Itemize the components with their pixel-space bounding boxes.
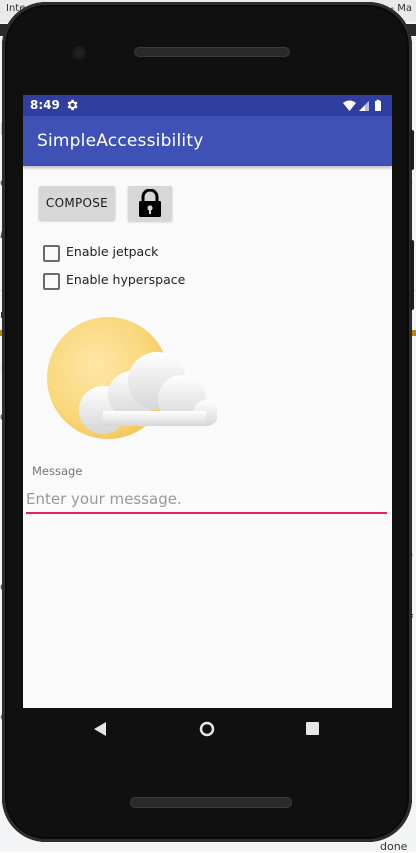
lock-icon (139, 189, 161, 217)
background-text: done (380, 840, 408, 853)
checkbox-box[interactable] (43, 273, 60, 290)
message-label: Message (32, 464, 83, 478)
back-icon[interactable] (93, 721, 107, 737)
checkbox-label: Enable jetpack (66, 244, 159, 259)
app-bar: SimpleAccessibility (23, 116, 392, 166)
recents-icon[interactable] (306, 722, 319, 735)
checkbox-box[interactable] (43, 245, 60, 262)
compose-button[interactable]: COMPOSE (39, 186, 115, 220)
navigation-bar (23, 708, 392, 750)
top-speaker (134, 47, 290, 57)
camera-icon (72, 46, 86, 60)
status-bar: 8:49 (23, 95, 392, 116)
status-time: 8:49 (30, 98, 60, 112)
message-input[interactable] (26, 486, 387, 514)
gear-icon (67, 99, 78, 111)
status-icons (343, 99, 381, 111)
bottom-speaker (130, 797, 292, 808)
home-icon[interactable] (199, 721, 215, 737)
checkbox-label: Enable hyperspace (66, 272, 186, 287)
signal-icon (359, 101, 369, 111)
battery-icon (375, 99, 381, 111)
lock-button[interactable] (128, 186, 172, 221)
device-screen: 8:49 SimpleAccessibility COMPOSE Enable … (23, 95, 392, 708)
wifi-icon (343, 100, 356, 111)
volume-button[interactable] (410, 240, 414, 310)
app-title: SimpleAccessibility (37, 131, 204, 151)
power-button[interactable] (410, 130, 414, 170)
partly-cloudy-icon (47, 317, 217, 439)
